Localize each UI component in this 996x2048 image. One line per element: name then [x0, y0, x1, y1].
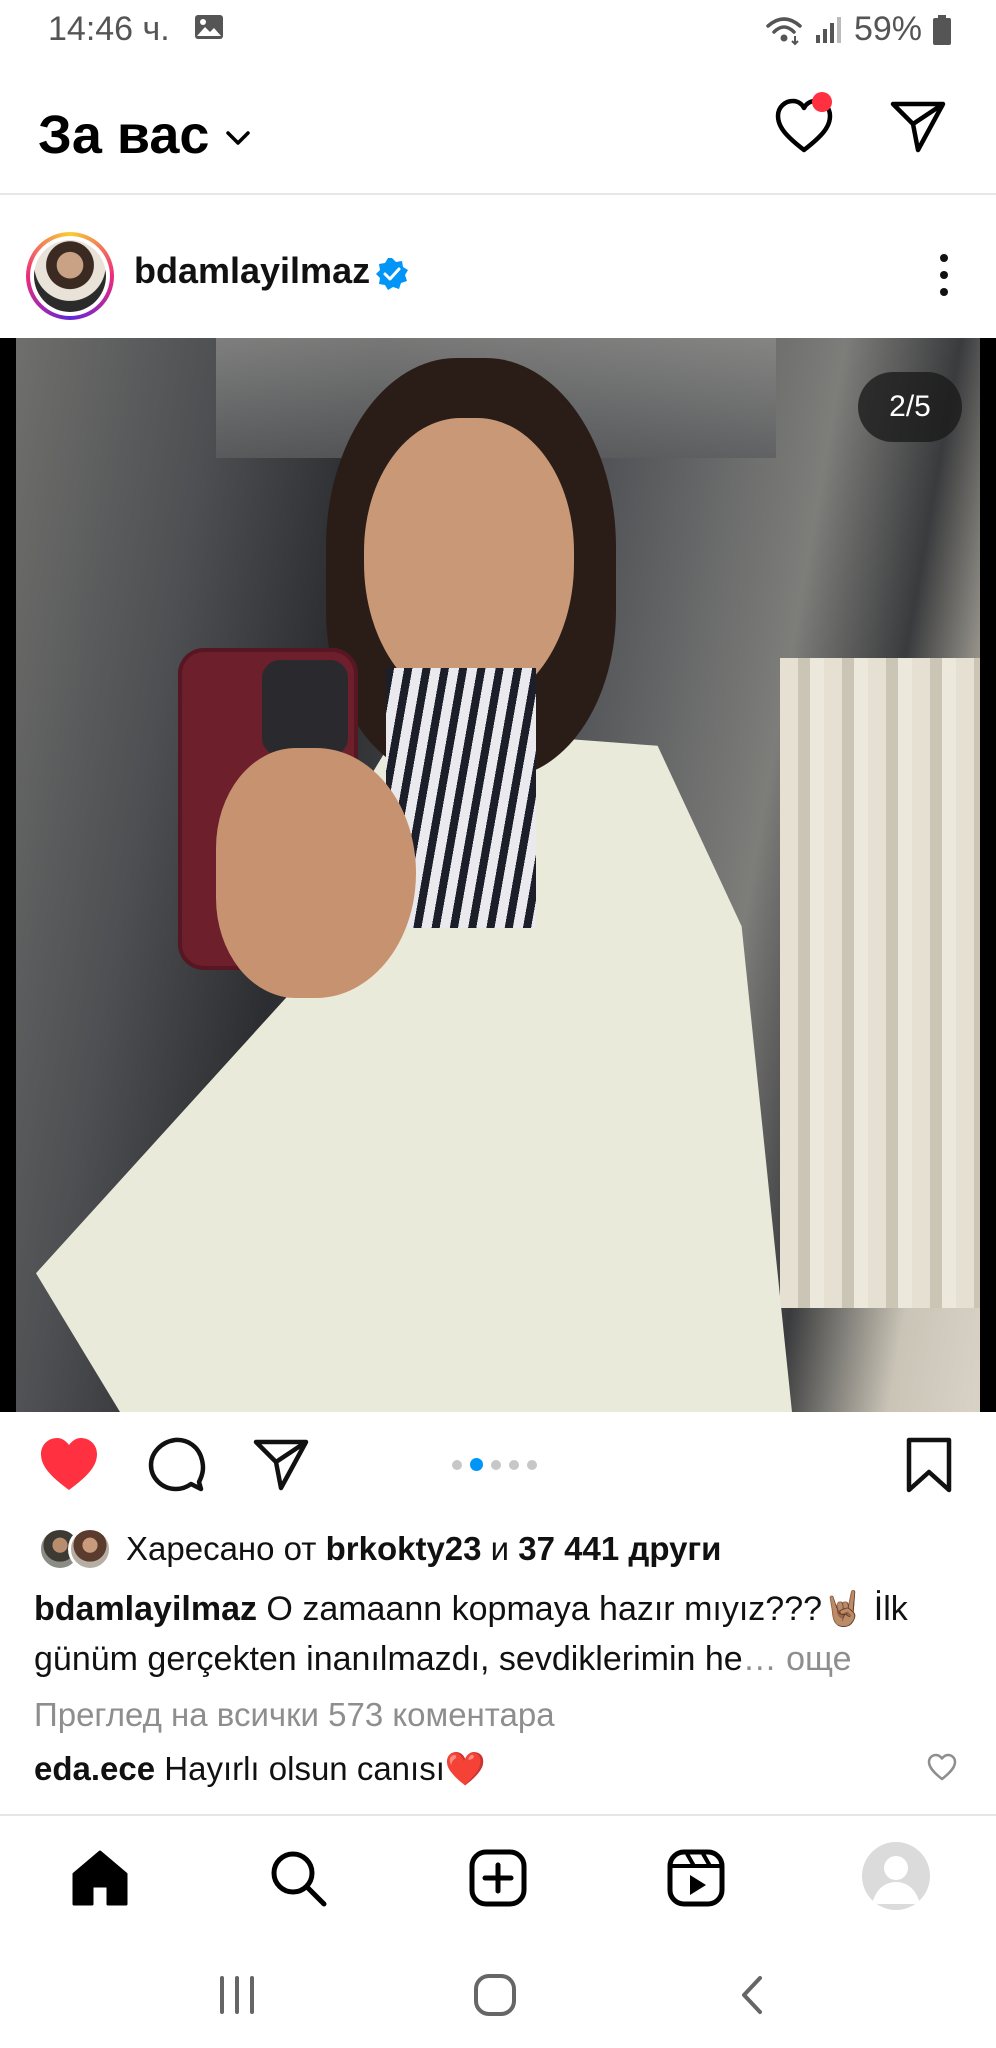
verified-icon	[376, 258, 408, 290]
comment-row: eda.ece Hayırlı olsun canısı❤️	[34, 1750, 486, 1789]
create-icon[interactable]	[466, 1846, 530, 1910]
battery-percent: 59%	[853, 10, 922, 48]
system-nav-bar	[0, 1940, 996, 2048]
comment-icon[interactable]	[146, 1434, 206, 1494]
status-bar: 14:46 ч. 59%	[0, 0, 996, 60]
status-time: 14:46 ч.	[48, 10, 170, 48]
like-heart-icon[interactable]	[38, 1434, 100, 1494]
share-send-icon[interactable]	[252, 1436, 310, 1492]
avatar[interactable]	[26, 232, 114, 320]
app-header: За вас	[0, 80, 996, 190]
carousel-dot	[452, 1459, 462, 1470]
post-actions	[0, 1428, 996, 1508]
likes-count: 37 441 други	[518, 1530, 722, 1567]
image-icon	[195, 15, 223, 39]
carousel-dot	[527, 1459, 537, 1470]
status-indicators: 59%	[764, 10, 952, 49]
profile-icon	[872, 1856, 920, 1904]
carousel-dots	[452, 1458, 537, 1471]
carousel-dot	[509, 1459, 519, 1470]
bottom-nav	[0, 1816, 996, 1936]
back-icon[interactable]	[728, 1970, 778, 2020]
comment-text: Hayırlı olsun canısı❤️	[155, 1750, 486, 1787]
post-caption: bdamlayilmaz O zamaann kopmaya hazır mıy…	[34, 1590, 908, 1678]
liker-username: brkokty23	[325, 1530, 482, 1567]
page-title: За вас	[38, 105, 210, 165]
more-vertical-icon[interactable]	[924, 250, 964, 300]
home-circle-icon[interactable]	[470, 1970, 520, 2020]
signal-icon	[815, 16, 841, 43]
photo-scene	[16, 338, 980, 1412]
carousel-dot-active	[470, 1458, 483, 1471]
post-header: bdamlayilmaz	[0, 226, 996, 322]
likes-text: Харесано от brkokty23 и 37 441 други	[126, 1530, 722, 1567]
header-divider	[0, 193, 996, 195]
comment-username[interactable]: eda.ece	[34, 1750, 155, 1787]
search-icon[interactable]	[266, 1846, 330, 1910]
home-icon[interactable]	[68, 1846, 132, 1910]
post-photo[interactable]: 2/5	[0, 338, 996, 1412]
send-icon[interactable]	[888, 96, 948, 156]
caption-username[interactable]: bdamlayilmaz	[34, 1590, 257, 1628]
profile-avatar[interactable]	[862, 1842, 930, 1910]
comment-like-heart-icon[interactable]	[926, 1752, 958, 1782]
notification-dot	[812, 92, 832, 112]
bookmark-icon[interactable]	[904, 1436, 954, 1494]
recents-icon[interactable]	[212, 1970, 262, 2020]
post-username[interactable]: bdamlayilmaz	[134, 250, 370, 292]
reels-icon[interactable]	[664, 1846, 728, 1910]
feed-selector[interactable]: За вас	[38, 104, 253, 166]
carousel-counter: 2/5	[858, 372, 962, 442]
chevron-down-icon	[226, 131, 251, 145]
carousel-dot	[491, 1459, 501, 1470]
likes-row[interactable]: Харесано от brkokty23 и 37 441 други	[38, 1524, 721, 1574]
view-all-comments-link[interactable]: Преглед на всички 573 коментара	[34, 1696, 555, 1734]
liker-avatar	[68, 1527, 112, 1571]
caption-more-link[interactable]: още	[777, 1640, 851, 1678]
battery-icon	[933, 14, 951, 45]
wifi-icon	[766, 16, 802, 45]
